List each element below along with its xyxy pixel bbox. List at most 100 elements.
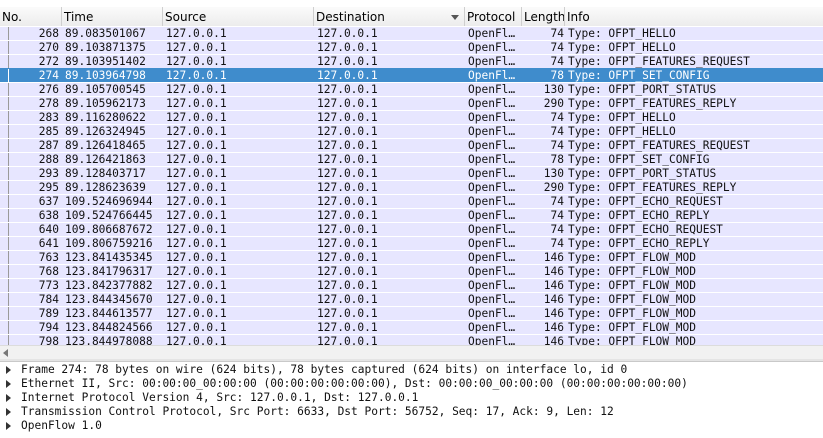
- column-length[interactable]: Length: [522, 7, 565, 27]
- table-row[interactable]: 637 109.524696944 127.0.0.1 127.0.0.1 OpenFl…: [0, 194, 823, 209]
- cell-destination: 127.0.0.1: [317, 265, 378, 278]
- cell-info: Type: OFPT_HELLO: [568, 125, 676, 138]
- cell-source: 127.0.0.1: [166, 307, 227, 320]
- table-row[interactable]: 278 89.105962173 127.0.0.1 127.0.0.1 OpenFl……: [0, 96, 823, 111]
- expand-arrow-icon[interactable]: [6, 394, 11, 402]
- cell-no: 287: [38, 139, 59, 152]
- table-row[interactable]: 768 123.841796317 127.0.0.1 127.0.0.1 OpenFl…: [0, 264, 823, 279]
- expand-arrow-icon[interactable]: [6, 366, 11, 374]
- cell-info: Type: OFPT_FEATURES_REPLY: [568, 181, 737, 194]
- sort-descending-icon: [451, 15, 459, 20]
- cell-no: 784: [38, 293, 59, 306]
- cell-no: 768: [38, 265, 59, 278]
- table-row[interactable]: 268 89.083501067 127.0.0.1 127.0.0.1 OpenFl……: [0, 26, 823, 41]
- details-tree-item[interactable]: Frame 274: 78 bytes on wire (624 bits), …: [0, 363, 823, 377]
- cell-length: 146: [543, 251, 564, 264]
- cell-length: 74: [550, 27, 564, 40]
- table-row[interactable]: 641 109.806759216 127.0.0.1 127.0.0.1 OpenFl…: [0, 236, 823, 251]
- cell-time: 109.524696944: [65, 195, 153, 208]
- cell-destination: 127.0.0.1: [317, 139, 378, 152]
- cell-protocol: OpenFl…: [468, 195, 516, 208]
- cell-length: 290: [543, 181, 564, 194]
- cell-protocol: OpenFl…: [468, 223, 516, 236]
- cell-destination: 127.0.0.1: [317, 195, 378, 208]
- column-time[interactable]: Time: [62, 7, 163, 27]
- column-no[interactable]: No.: [0, 7, 62, 27]
- cell-info: Type: OFPT_HELLO: [568, 41, 676, 54]
- details-tree-item[interactable]: OpenFlow 1.0: [0, 419, 823, 433]
- details-tree-item[interactable]: Transmission Control Protocol, Src Port:…: [0, 405, 823, 419]
- cell-length: 130: [543, 83, 564, 96]
- cell-time: 109.524766445: [65, 209, 153, 222]
- cell-length: 78: [550, 69, 564, 82]
- cell-length: 74: [550, 209, 564, 222]
- table-row[interactable]: 794 123.844824566 127.0.0.1 127.0.0.1 OpenFl…: [0, 320, 823, 335]
- cell-destination: 127.0.0.1: [317, 111, 378, 124]
- column-header: No. Time Source Destination Protocol Len…: [0, 7, 823, 27]
- cell-destination: 127.0.0.1: [317, 83, 378, 96]
- cell-protocol: OpenFl…: [468, 279, 516, 292]
- cell-time: 123.844345670: [65, 293, 153, 306]
- cell-info: Type: OFPT_FEATURES_REQUEST: [568, 139, 750, 152]
- cell-length: 130: [543, 167, 564, 180]
- cell-destination: 127.0.0.1: [317, 335, 378, 345]
- table-row[interactable]: 784 123.844345670 127.0.0.1 127.0.0.1 OpenFl…: [0, 292, 823, 307]
- table-row[interactable]: 288 89.126421863 127.0.0.1 127.0.0.1 OpenFl……: [0, 152, 823, 167]
- details-tree-item[interactable]: Ethernet II, Src: 00:00:00_00:00:00 (00:…: [0, 377, 823, 391]
- cell-protocol: OpenFl…: [468, 139, 516, 152]
- cell-no: 798: [38, 335, 59, 345]
- cell-protocol: OpenFl…: [468, 307, 516, 320]
- details-tree-item[interactable]: Internet Protocol Version 4, Src: 127.0.…: [0, 391, 823, 405]
- column-source[interactable]: Source: [163, 7, 314, 27]
- packet-details-tree[interactable]: Frame 274: 78 bytes on wire (624 bits), …: [0, 362, 823, 438]
- cell-protocol: OpenFl…: [468, 153, 516, 166]
- table-row[interactable]: 293 89.128403717 127.0.0.1 127.0.0.1 OpenFl……: [0, 166, 823, 181]
- table-row[interactable]: 763 123.841435345 127.0.0.1 127.0.0.1 OpenFl…: [0, 250, 823, 265]
- table-row[interactable]: 798 123.844978088 127.0.0.1 127.0.0.1 OpenFl…: [0, 334, 823, 345]
- table-row[interactable]: 272 89.103951402 127.0.0.1 127.0.0.1 OpenFl……: [0, 54, 823, 69]
- cell-source: 127.0.0.1: [166, 69, 227, 82]
- cell-no: 274: [38, 69, 59, 82]
- cell-time: 89.103964798: [65, 69, 146, 82]
- cell-no: 763: [38, 251, 59, 264]
- horizontal-scrollbar[interactable]: [0, 345, 823, 359]
- table-row[interactable]: 285 89.126324945 127.0.0.1 127.0.0.1 OpenFl……: [0, 124, 823, 139]
- cell-source: 127.0.0.1: [166, 265, 227, 278]
- expand-arrow-icon[interactable]: [6, 408, 11, 416]
- cell-no: 283: [38, 111, 59, 124]
- column-protocol[interactable]: Protocol: [465, 7, 522, 27]
- cell-source: 127.0.0.1: [166, 321, 227, 334]
- table-row[interactable]: 773 123.842377882 127.0.0.1 127.0.0.1 OpenFl…: [0, 278, 823, 293]
- cell-length: 74: [550, 223, 564, 236]
- table-row[interactable]: 283 89.116280622 127.0.0.1 127.0.0.1 OpenFl……: [0, 110, 823, 125]
- cell-source: 127.0.0.1: [166, 279, 227, 292]
- scroll-left-icon[interactable]: [3, 349, 8, 357]
- cell-protocol: OpenFl…: [468, 27, 516, 40]
- cell-destination: 127.0.0.1: [317, 153, 378, 166]
- cell-protocol: OpenFl…: [468, 321, 516, 334]
- cell-length: 74: [550, 55, 564, 68]
- cell-time: 109.806687672: [65, 223, 153, 236]
- cell-time: 109.806759216: [65, 237, 153, 250]
- cell-info: Type: OFPT_ECHO_REPLY: [568, 209, 710, 222]
- cell-protocol: OpenFl…: [468, 97, 516, 110]
- column-info[interactable]: Info: [565, 7, 823, 27]
- cell-protocol: OpenFl…: [468, 265, 516, 278]
- cell-info: Type: OFPT_FEATURES_REQUEST: [568, 55, 750, 68]
- expand-arrow-icon[interactable]: [6, 380, 11, 388]
- cell-destination: 127.0.0.1: [317, 97, 378, 110]
- expand-arrow-icon[interactable]: [6, 422, 11, 430]
- table-row[interactable]: 270 89.103871375 127.0.0.1 127.0.0.1 OpenFl……: [0, 40, 823, 55]
- cell-length: 74: [550, 139, 564, 152]
- table-row[interactable]: 276 89.105700545 127.0.0.1 127.0.0.1 OpenFl……: [0, 82, 823, 97]
- packet-list[interactable]: No. Time Source Destination Protocol Len…: [0, 0, 823, 345]
- cell-protocol: OpenFl…: [468, 209, 516, 222]
- cell-protocol: OpenFl…: [468, 111, 516, 124]
- table-row[interactable]: 287 89.126418465 127.0.0.1 127.0.0.1 OpenFl……: [0, 138, 823, 153]
- table-row[interactable]: 295 89.128623639 127.0.0.1 127.0.0.1 OpenFl……: [0, 180, 823, 195]
- table-row[interactable]: 638 109.524766445 127.0.0.1 127.0.0.1 OpenFl…: [0, 208, 823, 223]
- table-row[interactable]: 640 109.806687672 127.0.0.1 127.0.0.1 OpenFl…: [0, 222, 823, 237]
- table-row[interactable]: 789 123.844613577 127.0.0.1 127.0.0.1 OpenFl…: [0, 306, 823, 321]
- table-row[interactable]: 274 89.103964798 127.0.0.1 127.0.0.1 OpenFl……: [0, 68, 823, 83]
- column-destination[interactable]: Destination: [314, 7, 465, 27]
